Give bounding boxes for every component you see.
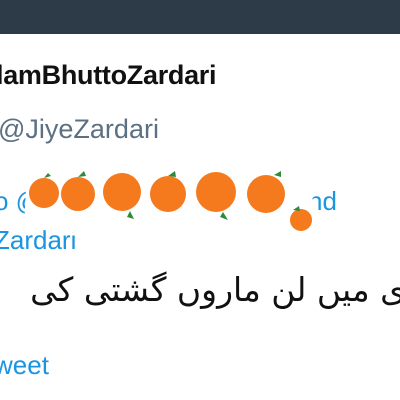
tweet-text: ی میں لن ماروں گشتی کی (30, 270, 400, 309)
redaction-overlay (24, 170, 316, 235)
profile-handle[interactable]: @JiyeZardari (0, 114, 159, 145)
app-top-bar (0, 0, 400, 34)
translate-tweet-link[interactable]: weet (0, 350, 49, 381)
orange-sticker-icon (29, 173, 59, 208)
profile-display-name[interactable]: lamBhuttoZardari (0, 60, 217, 91)
